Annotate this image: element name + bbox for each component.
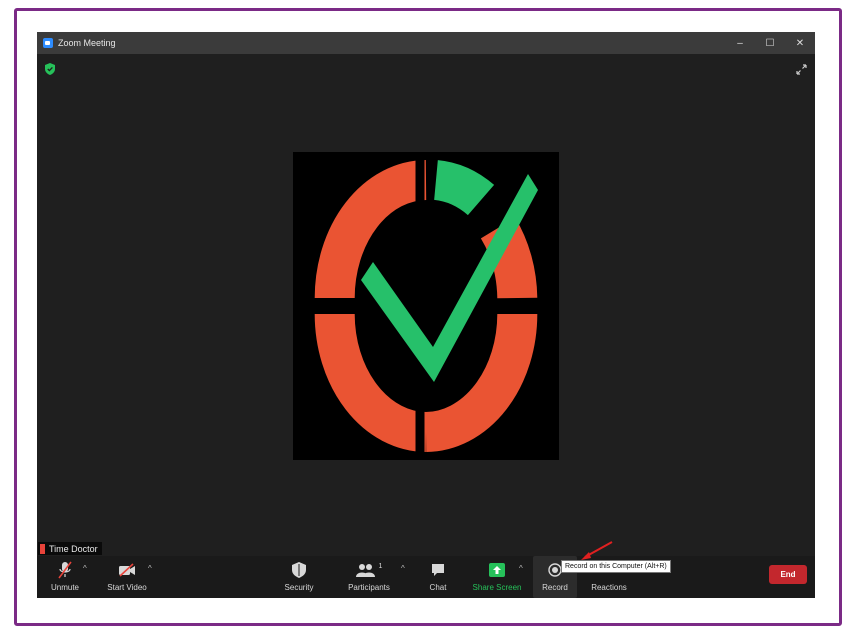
participants-label: Participants [348, 583, 390, 592]
maximize-button[interactable]: ☐ [755, 32, 785, 54]
logo-arc-top-green [433, 160, 495, 216]
zoom-meeting-window: Zoom Meeting – ☐ ✕ Time Doctor Unmute ^ … [37, 32, 815, 598]
annotation-arrow-icon [581, 541, 613, 560]
close-button[interactable]: ✕ [785, 32, 815, 54]
fullscreen-icon[interactable] [796, 64, 807, 75]
muted-indicator-icon [40, 543, 45, 554]
participant-video-tile [293, 152, 559, 460]
start-video-label: Start Video [107, 583, 147, 592]
minimize-button[interactable]: – [725, 32, 755, 54]
video-options-caret[interactable]: ^ [148, 564, 152, 573]
reactions-label: Reactions [591, 583, 627, 592]
mic-off-icon [55, 560, 75, 580]
participant-name-tag: Time Doctor [38, 542, 102, 555]
security-label: Security [284, 583, 314, 592]
logo-arc-bottom-right [424, 313, 538, 452]
title-bar: Zoom Meeting – ☐ ✕ [37, 32, 815, 54]
end-meeting-button[interactable]: End [769, 565, 807, 584]
video-off-icon [117, 560, 137, 580]
chat-label: Chat [429, 583, 447, 592]
chat-button[interactable]: Chat [423, 556, 453, 598]
unmute-label: Unmute [50, 583, 79, 592]
window-controls: – ☐ ✕ [725, 32, 815, 54]
share-screen-label: Share Screen [472, 583, 522, 592]
shield-icon[interactable] [45, 63, 55, 75]
chat-icon [428, 560, 448, 580]
share-screen-icon [487, 560, 507, 580]
security-shield-icon [289, 560, 309, 580]
participants-options-caret[interactable]: ^ [401, 564, 405, 573]
audio-options-caret[interactable]: ^ [83, 564, 87, 573]
participants-icon: 1 [354, 560, 384, 580]
time-doctor-logo [293, 152, 559, 460]
participant-name: Time Doctor [49, 543, 98, 554]
participants-count: 1 [378, 562, 383, 570]
security-button[interactable]: Security [283, 556, 315, 598]
share-options-caret[interactable]: ^ [519, 564, 523, 573]
unmute-button[interactable]: Unmute [45, 556, 85, 598]
share-screen-button[interactable]: Share Screen [473, 556, 521, 598]
start-video-button[interactable]: Start Video [105, 556, 149, 598]
participants-button[interactable]: 1 Participants [345, 556, 393, 598]
record-label: Record [542, 583, 568, 592]
window-title: Zoom Meeting [58, 38, 116, 48]
zoom-app-icon [43, 38, 53, 48]
meeting-toolbar: Unmute ^ Start Video ^ Security 1 Partic… [37, 556, 815, 598]
